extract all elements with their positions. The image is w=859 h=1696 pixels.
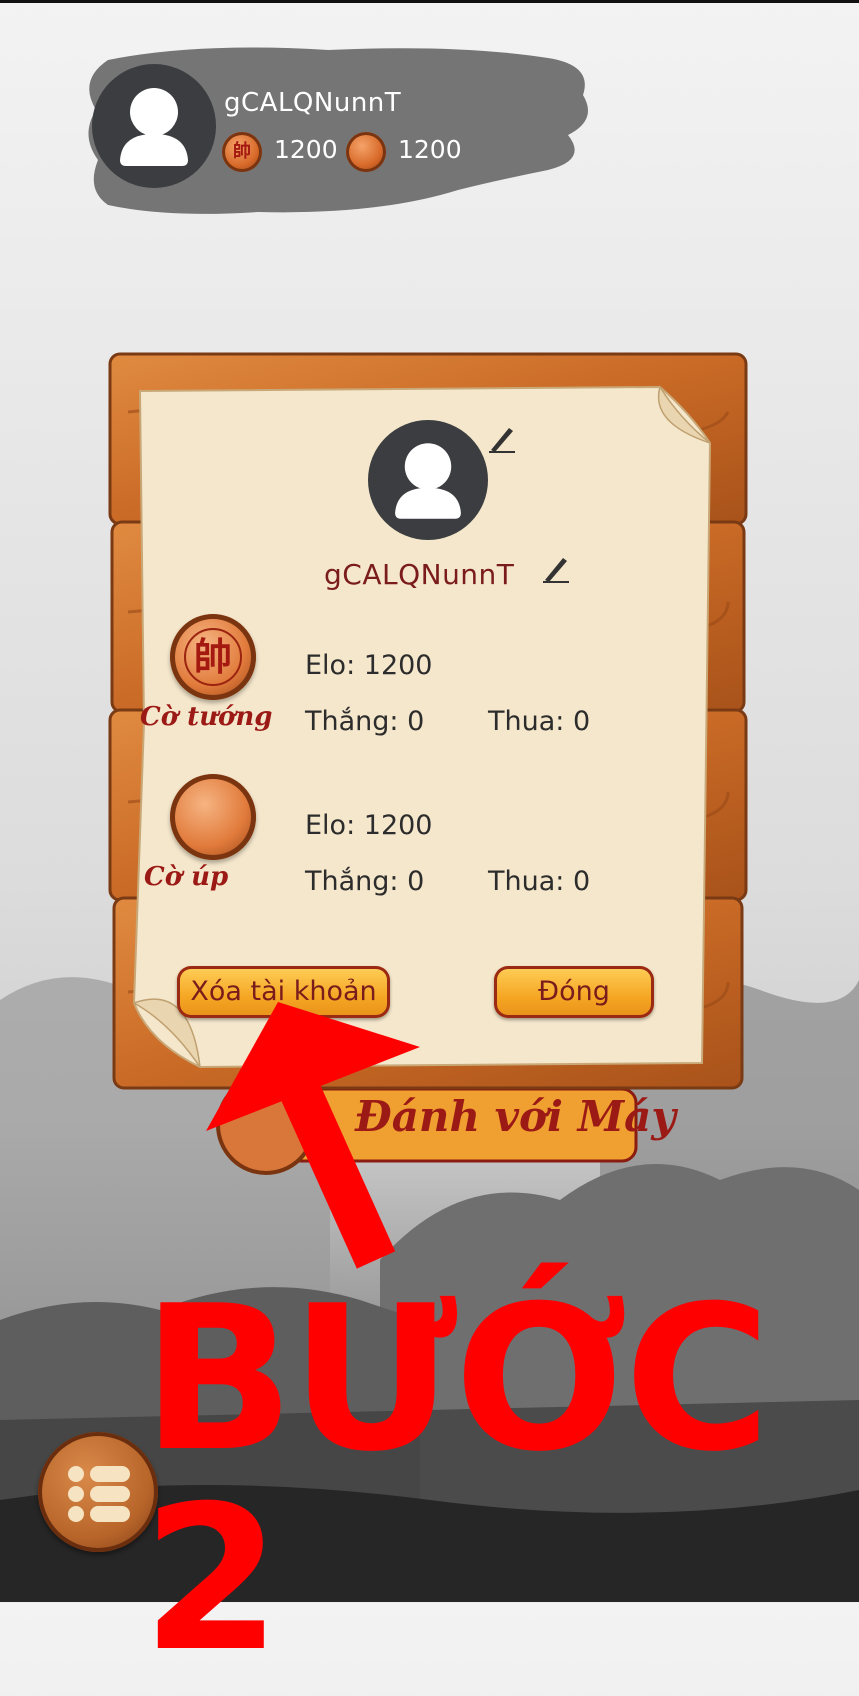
tutorial-step-label: BƯỚC 2 <box>142 1263 771 1696</box>
